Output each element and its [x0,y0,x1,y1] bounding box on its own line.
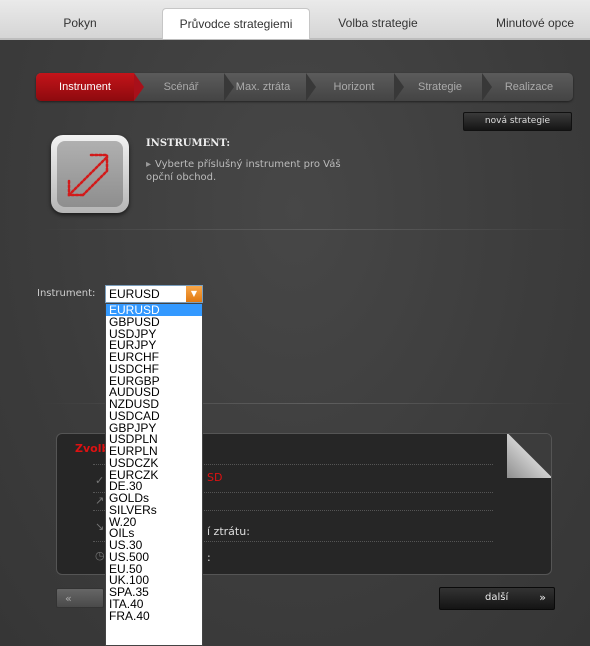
dropdown-option[interactable]: US.30 [106,539,202,551]
step-scenar[interactable]: Scénář [146,73,216,101]
step-realizace[interactable]: Realizace [488,73,570,101]
check-icon: ✓ [95,474,105,487]
dropdown-option[interactable]: FRA.40 [106,610,202,622]
next-button[interactable]: další » [439,587,555,610]
summary-instrument-value: SD [207,471,223,484]
new-strategy-button[interactable]: nová strategie [463,112,572,131]
dropdown-option[interactable]: ITA.40 [106,598,202,610]
tab-pruvodce-strategiemi[interactable]: Průvodce strategiemi [162,8,310,39]
back-button[interactable]: « [56,588,104,608]
tab-pokyn[interactable]: Pokyn [0,8,160,38]
step-instrument[interactable]: Instrument [36,73,144,101]
dropdown-option[interactable]: USDCHF [106,363,202,375]
dropdown-option[interactable]: US.500 [106,551,202,563]
instrument-label: Instrument: [37,288,96,299]
summary-max-loss-label: í ztrátu: [207,525,250,538]
page-curl-decoration [507,434,551,478]
tab-volba-strategie[interactable]: Volba strategie [318,8,438,38]
instrument-select[interactable]: EURUSD ▼ [105,285,203,303]
double-chevron-right-icon: » [539,591,546,604]
dropdown-option[interactable]: GOLDs [106,492,202,504]
wizard-steps: Instrument Scénář Max. ztráta Horizont S… [36,73,573,101]
instrument-icon-box [51,135,129,213]
dropdown-option[interactable]: EURCHF [106,351,202,363]
dropdown-option[interactable]: SILVERs [106,504,202,516]
bullet-triangle-icon: ▸ [146,159,152,170]
dropdown-option[interactable]: USDCZK [106,457,202,469]
divider [40,229,580,230]
loss-icon: ↘ [95,520,105,533]
diagonal-arrow-icon [57,141,123,207]
dropdown-option[interactable]: USDCAD [106,410,202,422]
dropdown-option[interactable]: GBPUSD [106,316,202,328]
dropdown-option[interactable]: NZDUSD [106,398,202,410]
instrument-dropdown-list[interactable]: EURUSD GBPUSD USDJPY EURJPY EURCHF USDCHF EURG… [105,303,203,646]
dropdown-option[interactable]: EURUSD [106,304,202,316]
intro-description-text: Vyberte příslušný instrument pro Váš opč… [146,159,341,183]
step-max-ztrata[interactable]: Max. ztráta [228,73,298,101]
top-tab-bar: Pokyn Průvodce strategiemi Volba strateg… [0,0,590,40]
chevron-down-icon[interactable]: ▼ [186,286,202,302]
next-button-label: další [485,592,509,603]
tab-minutove-opce[interactable]: Minutové opce [480,8,590,38]
summary-horizon-label: : [207,551,211,564]
dropdown-option[interactable]: SPA.35 [106,586,202,598]
intro-description: ▸ Vyberte příslušný instrument pro Váš op… [146,158,346,184]
scenario-icon: ↗ [95,494,105,507]
clock-icon: ◷ [95,549,105,562]
intro-heading: INSTRUMENT: [146,138,231,149]
instrument-select-value: EURUSD [109,287,160,301]
dropdown-option[interactable]: EURPLN [106,445,202,457]
step-strategie[interactable]: Strategie [402,73,478,101]
step-horizont[interactable]: Horizont [312,73,396,101]
